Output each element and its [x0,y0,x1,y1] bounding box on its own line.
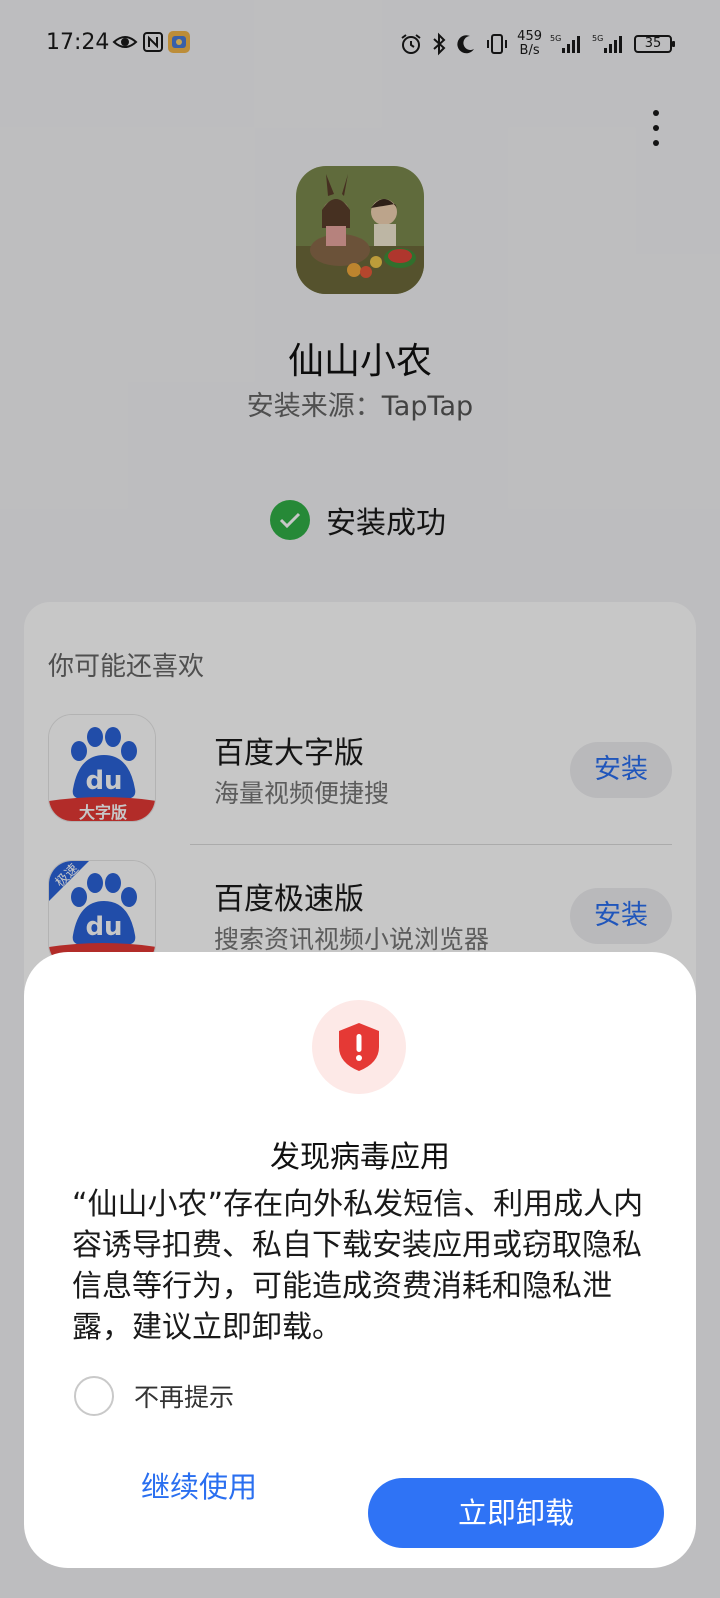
installer-screen: 17:24 459 B/s 5G 5G 35 仙山小农 安装来源：TapTap … [0,0,720,1598]
dont-remind-label: 不再提示 [134,1383,235,1412]
virus-warning-dialog: 发现病毒应用 “仙山小农”存在向外私发短信、利用成人内容诱导扣费、私自下载安装应… [24,952,696,1568]
warning-shield-icon [312,1000,406,1094]
dialog-title: 发现病毒应用 [270,1140,450,1175]
checkbox-circle-icon[interactable] [74,1376,114,1416]
continue-using-button[interactable]: 继续使用 [104,1452,294,1522]
dialog-message: “仙山小农”存在向外私发短信、利用成人内容诱导扣费、私自下载安装应用或窃取隐私信… [72,1187,644,1345]
dont-remind-checkbox[interactable]: 不再提示 [74,1376,234,1416]
uninstall-now-button[interactable]: 立即卸载 [368,1478,664,1548]
